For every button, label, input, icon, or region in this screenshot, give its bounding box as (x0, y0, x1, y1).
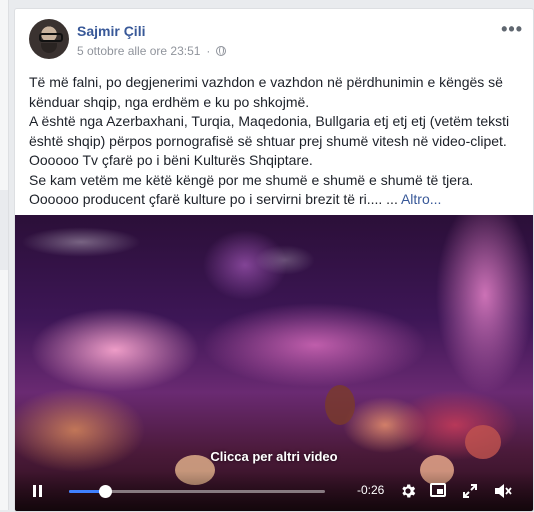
settings-icon[interactable] (399, 482, 417, 500)
author-avatar[interactable] (29, 19, 69, 59)
progress-bar[interactable] (69, 485, 325, 498)
post-card: Sajmir Çili 5 ottobre alle ore 23:51 · •… (14, 8, 534, 512)
post-text-line: Oooooo Tv çfarë po i bëni Kulturës Shqip… (29, 152, 313, 168)
more-videos-label[interactable]: Clicca per altri video (15, 449, 533, 464)
globe-icon[interactable] (216, 46, 227, 56)
post-text-line: është shqip) përpos pornografisë së shtu… (29, 132, 507, 149)
post-text-line: kënduar shqip, nga erdhëm e ku po shkojm… (29, 93, 310, 110)
video-controls: -0:26 (15, 471, 533, 511)
pause-icon[interactable] (33, 485, 43, 497)
more-options-button[interactable]: ••• (501, 19, 523, 40)
post-date[interactable]: 5 ottobre alle ore 23:51 (77, 44, 200, 58)
middot: · (206, 44, 211, 58)
volume-icon[interactable] (493, 482, 513, 500)
post-text-last: Oooooo producent çfarë kulture po i serv… (29, 191, 398, 207)
fullscreen-icon[interactable] (461, 482, 479, 500)
see-more-link[interactable]: Altro... (401, 191, 441, 207)
post-text-line: Se kam vetëm me këtë këngë por me shumë … (29, 171, 474, 188)
post-text-line: A është nga Azerbaxhani, Turqia, Maqedon… (29, 113, 510, 129)
post-meta: 5 ottobre alle ore 23:51 · (77, 44, 227, 58)
author-name[interactable]: Sajmir Çili (77, 23, 145, 39)
progress-handle[interactable] (98, 485, 112, 498)
post-text-line: Oooooo producent çfarë kulture po i serv… (29, 190, 519, 210)
left-sidebar-edge (0, 0, 9, 510)
video-player[interactable]: Clicca per altri video -0:26 (15, 215, 533, 511)
post-text: Të më falni, po degjenerimi vazhdon e va… (29, 73, 519, 210)
post-text-line: Të më falni, po degjenerimi vazhdon e va… (29, 74, 503, 90)
picture-in-picture-icon[interactable] (430, 483, 446, 497)
time-remaining: -0:26 (357, 483, 385, 497)
